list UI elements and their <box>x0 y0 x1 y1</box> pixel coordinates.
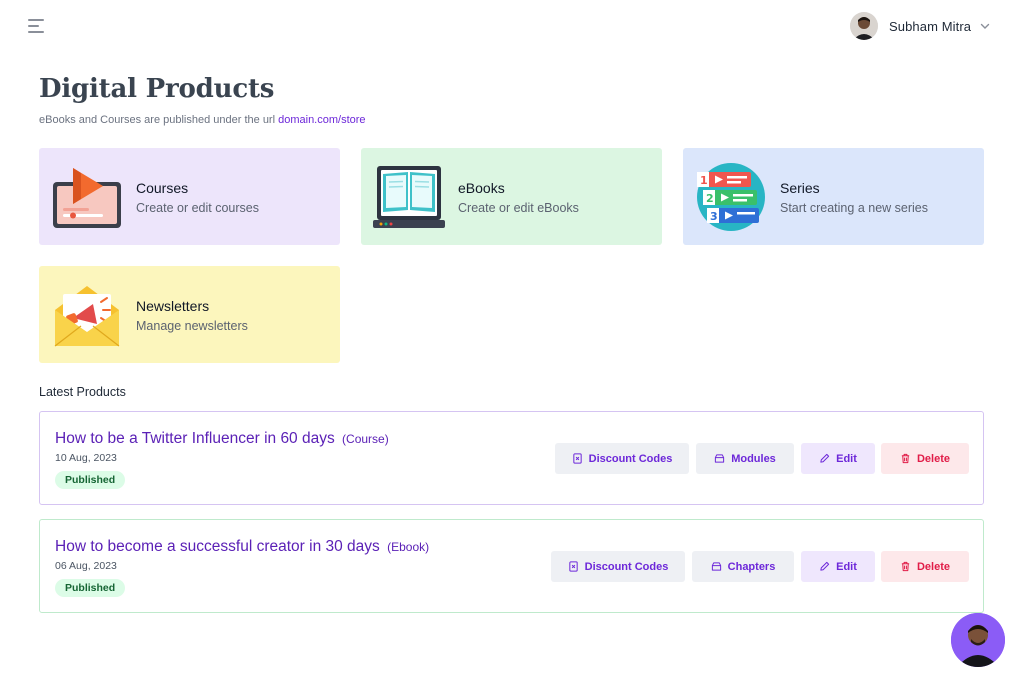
button-label: Discount Codes <box>588 452 673 465</box>
edit-button[interactable]: Edit <box>801 443 875 474</box>
delete-button[interactable]: Delete <box>881 443 969 474</box>
box-icon <box>715 454 725 463</box>
delete-button[interactable]: Delete <box>881 551 969 582</box>
open-book-laptop-icon <box>373 166 445 228</box>
product-type: (Course) <box>342 432 389 446</box>
product-row: How to be a Twitter Influencer in 60 day… <box>39 411 984 505</box>
product-row: How to become a successful creator in 30… <box>39 519 984 613</box>
numbered-playlist-icon: 1 2 3 <box>697 163 765 231</box>
button-label: Edit <box>836 560 857 573</box>
support-chat-avatar-button[interactable] <box>951 613 1005 667</box>
card-title: Series <box>780 180 820 196</box>
card-description: Create or edit courses <box>136 201 259 215</box>
card-series[interactable]: 1 2 3 Series Start creating a new series <box>683 148 984 245</box>
hamburger-icon <box>28 19 44 21</box>
button-label: Discount Codes <box>584 560 669 573</box>
card-description: Create or edit eBooks <box>458 201 579 215</box>
modules-button[interactable]: Modules <box>696 443 794 474</box>
menu-toggle-button[interactable] <box>28 19 46 33</box>
svg-text:1: 1 <box>700 174 708 187</box>
card-courses[interactable]: Courses Create or edit courses <box>39 148 340 245</box>
user-menu[interactable]: Subham Mitra <box>850 12 991 40</box>
megaphone-envelope-icon <box>54 286 120 347</box>
discount-codes-button[interactable]: Discount Codes <box>555 443 689 474</box>
svg-text:3: 3 <box>710 210 718 223</box>
trash-icon <box>901 453 910 464</box>
card-title: Courses <box>136 180 189 196</box>
button-label: Delete <box>916 560 951 573</box>
avatar <box>951 613 1005 667</box>
trash-icon <box>901 561 910 572</box>
product-title-text: How to become a successful creator in 30… <box>55 538 380 555</box>
product-date: 10 Aug, 2023 <box>55 452 117 464</box>
card-ebooks[interactable]: eBooks Create or edit eBooks <box>361 148 662 245</box>
box-icon <box>711 562 721 571</box>
status-badge: Published <box>55 579 126 597</box>
button-label: Delete <box>916 452 951 465</box>
product-title[interactable]: How to be a Twitter Influencer in 60 day… <box>55 430 389 448</box>
status-badge: Published <box>55 471 126 489</box>
discount-document-icon <box>572 453 582 464</box>
card-title: eBooks <box>458 180 505 196</box>
page-title: Digital Products <box>39 74 275 104</box>
user-name: Subham Mitra <box>889 18 972 34</box>
button-label: Edit <box>836 452 857 465</box>
avatar <box>850 12 878 40</box>
card-newsletters[interactable]: Newsletters Manage newsletters <box>39 266 340 363</box>
store-url-link[interactable]: domain.com/store <box>278 114 365 126</box>
button-label: Modules <box>731 452 776 465</box>
card-title: Newsletters <box>136 298 210 314</box>
card-description: Start creating a new series <box>780 201 928 215</box>
discount-document-icon <box>568 561 578 572</box>
product-title-text: How to be a Twitter Influencer in 60 day… <box>55 430 335 447</box>
latest-products-heading: Latest Products <box>39 385 126 399</box>
subtitle-text: eBooks and Courses are published under t… <box>39 114 279 126</box>
chevron-down-icon <box>980 23 990 29</box>
product-title[interactable]: How to become a successful creator in 30… <box>55 538 429 556</box>
svg-text:2: 2 <box>706 192 714 205</box>
pencil-icon <box>820 561 830 571</box>
edit-button[interactable]: Edit <box>801 551 875 582</box>
video-laptop-icon <box>53 168 121 228</box>
discount-codes-button[interactable]: Discount Codes <box>551 551 685 582</box>
card-description: Manage newsletters <box>136 319 248 333</box>
pencil-icon <box>820 453 830 463</box>
chapters-button[interactable]: Chapters <box>692 551 794 582</box>
page-subtitle: eBooks and Courses are published under t… <box>39 114 366 126</box>
button-label: Chapters <box>727 560 776 573</box>
product-type: (Ebook) <box>387 540 430 554</box>
product-date: 06 Aug, 2023 <box>55 560 117 572</box>
